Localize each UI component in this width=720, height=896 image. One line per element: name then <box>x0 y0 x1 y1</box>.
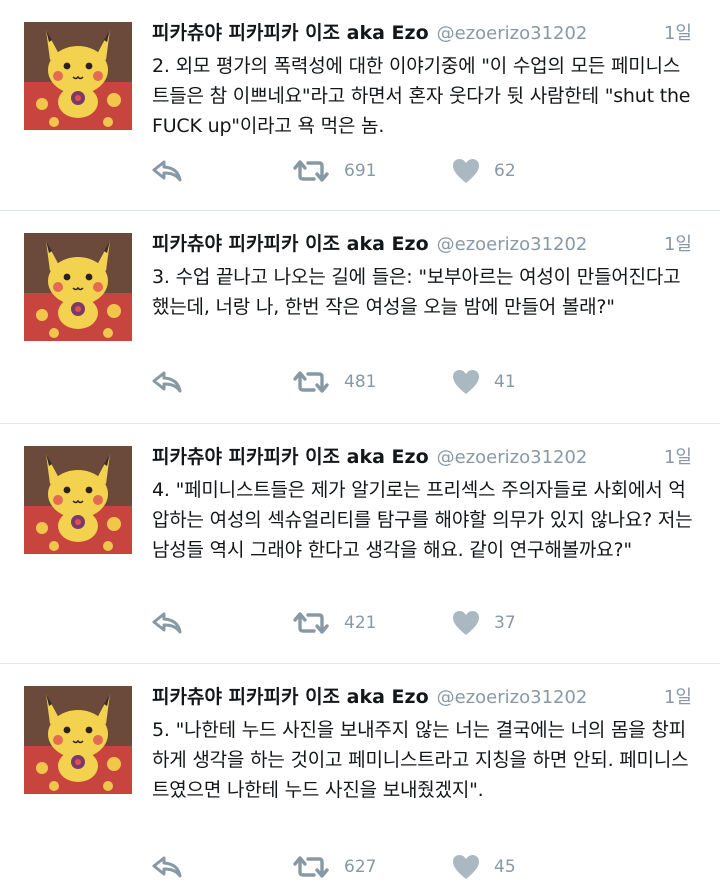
retweet-button[interactable]: 421 <box>292 611 452 635</box>
heart-icon <box>452 854 480 880</box>
avatar[interactable] <box>24 686 132 794</box>
tweet-actions: 691 62 <box>152 158 696 184</box>
tweet[interactable]: 피카츄야 피카피카 이조 aka Ezo @ezoerizo31202 1일 2… <box>0 0 720 211</box>
pikachu-avatar <box>24 446 132 554</box>
reply-icon <box>152 855 182 879</box>
like-button[interactable]: 37 <box>452 610 516 636</box>
reply-button[interactable] <box>152 611 292 635</box>
tweet-header: 피카츄야 피카피카 이조 aka Ezo @ezoerizo31202 1일 <box>152 18 696 45</box>
avatar[interactable] <box>24 446 132 554</box>
reply-button[interactable] <box>152 855 292 879</box>
reply-icon <box>152 159 182 183</box>
tweet-actions: 421 37 <box>152 610 696 636</box>
retweet-icon <box>292 370 330 394</box>
tweet-header: 피카츄야 피카피카 이조 aka Ezo @ezoerizo31202 1일 <box>152 442 696 469</box>
heart-icon <box>452 610 480 636</box>
heart-icon <box>452 158 480 184</box>
tweet-actions: 481 41 <box>152 369 696 395</box>
reply-button[interactable] <box>152 370 292 394</box>
retweet-icon <box>292 159 330 183</box>
reply-button[interactable] <box>152 159 292 183</box>
tweet-content: 피카츄야 피카피카 이조 aka Ezo @ezoerizo31202 1일 5… <box>152 682 696 805</box>
like-button[interactable]: 62 <box>452 158 516 184</box>
tweet-text: 4. "페미니스트들은 제가 알기로는 프리섹스 주의자들로 사회에서 억압하는… <box>152 479 693 561</box>
retweet-button[interactable]: 627 <box>292 855 452 879</box>
user-handle[interactable]: @ezoerizo31202 <box>437 234 588 255</box>
avatar[interactable] <box>24 233 132 341</box>
user-handle[interactable]: @ezoerizo31202 <box>437 23 588 44</box>
like-count: 37 <box>494 613 516 633</box>
timestamp[interactable]: 1일 <box>664 683 696 709</box>
display-name[interactable]: 피카츄야 피카피카 이조 aka Ezo <box>152 442 429 469</box>
tweet-header: 피카츄야 피카피카 이조 aka Ezo @ezoerizo31202 1일 <box>152 229 696 256</box>
tweet[interactable]: 피카츄야 피카피카 이조 aka Ezo @ezoerizo31202 1일 4… <box>0 424 720 664</box>
tweet-content: 피카츄야 피카피카 이조 aka Ezo @ezoerizo31202 1일 4… <box>152 442 696 565</box>
retweet-button[interactable]: 691 <box>292 159 452 183</box>
like-count: 45 <box>494 857 516 877</box>
retweet-count: 421 <box>344 613 377 633</box>
retweet-icon <box>292 611 330 635</box>
display-name[interactable]: 피카츄야 피카피카 이조 aka Ezo <box>152 18 429 45</box>
display-name[interactable]: 피카츄야 피카피카 이조 aka Ezo <box>152 682 429 709</box>
retweet-count: 627 <box>344 857 377 877</box>
retweet-button[interactable]: 481 <box>292 370 452 394</box>
like-count: 41 <box>494 372 516 392</box>
timestamp[interactable]: 1일 <box>664 230 696 256</box>
like-count: 62 <box>494 161 516 181</box>
retweet-count: 691 <box>344 161 377 181</box>
pikachu-avatar <box>24 233 132 341</box>
user-handle[interactable]: @ezoerizo31202 <box>437 447 588 468</box>
heart-icon <box>452 369 480 395</box>
reply-icon <box>152 370 182 394</box>
timeline: 피카츄야 피카피카 이조 aka Ezo @ezoerizo31202 1일 2… <box>0 0 720 896</box>
tweet-content: 피카츄야 피카피카 이조 aka Ezo @ezoerizo31202 1일 2… <box>152 18 696 141</box>
retweet-icon <box>292 855 330 879</box>
tweet-text: 5. "나한테 누드 사진을 보내주지 않는 너는 결국에는 너의 몸을 창피하… <box>152 719 689 801</box>
tweet-content: 피카츄야 피카피카 이조 aka Ezo @ezoerizo31202 1일 3… <box>152 229 696 322</box>
user-handle[interactable]: @ezoerizo31202 <box>437 687 588 708</box>
display-name[interactable]: 피카츄야 피카피카 이조 aka Ezo <box>152 229 429 256</box>
tweet-text: 2. 외모 평가의 폭력성에 대한 이야기중에 "이 수업의 모든 페미니스트들… <box>152 55 691 137</box>
pikachu-avatar <box>24 686 132 794</box>
timestamp[interactable]: 1일 <box>664 19 696 45</box>
like-button[interactable]: 41 <box>452 369 516 395</box>
avatar[interactable] <box>24 22 132 130</box>
retweet-count: 481 <box>344 372 377 392</box>
tweet-text: 3. 수업 끝나고 나오는 길에 들은: "보부아르는 여성이 만들어진다고 했… <box>152 266 681 318</box>
tweet[interactable]: 피카츄야 피카피카 이조 aka Ezo @ezoerizo31202 1일 3… <box>0 211 720 424</box>
timestamp[interactable]: 1일 <box>664 443 696 469</box>
tweet-actions: 627 45 <box>152 854 696 880</box>
pikachu-avatar <box>24 22 132 130</box>
like-button[interactable]: 45 <box>452 854 516 880</box>
tweet-header: 피카츄야 피카피카 이조 aka Ezo @ezoerizo31202 1일 <box>152 682 696 709</box>
tweet[interactable]: 피카츄야 피카피카 이조 aka Ezo @ezoerizo31202 1일 5… <box>0 664 720 896</box>
reply-icon <box>152 611 182 635</box>
